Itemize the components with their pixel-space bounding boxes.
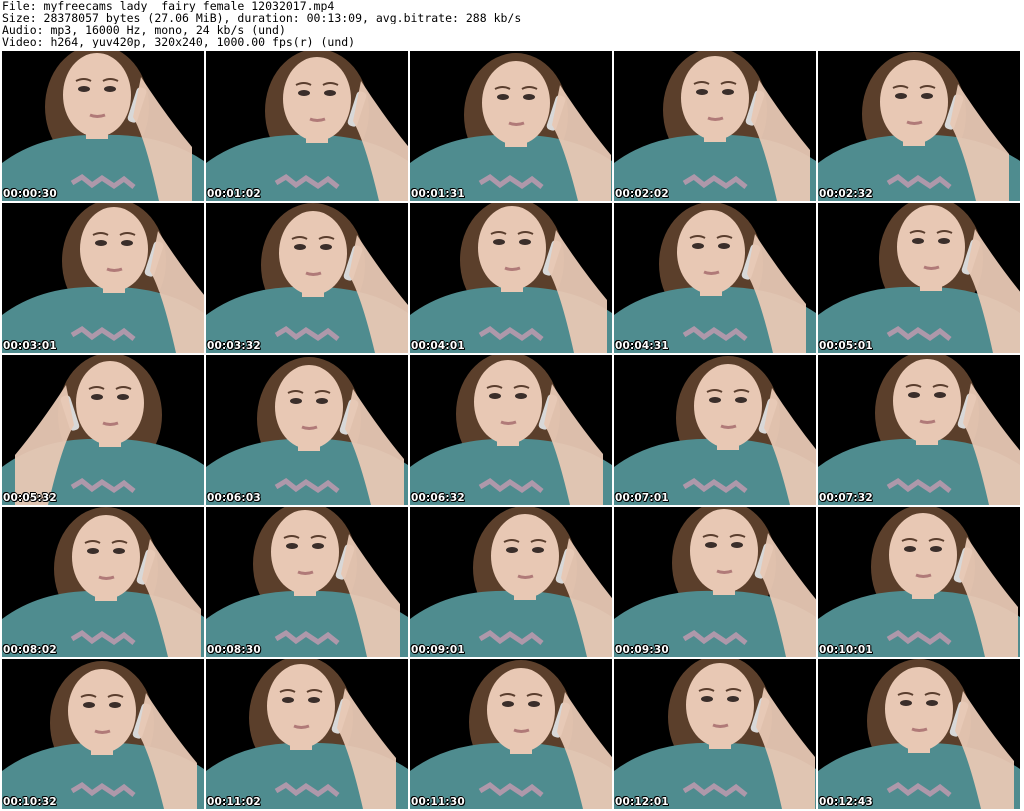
video-thumbnail[interactable]: 00:00:30 xyxy=(2,51,204,201)
webcam-frame-image xyxy=(2,51,204,201)
webcam-frame-image xyxy=(614,507,816,657)
thumbnail-timestamp: 00:11:02 xyxy=(207,796,261,808)
thumbnail-timestamp: 00:06:32 xyxy=(411,492,465,504)
thumbnail-timestamp: 00:06:03 xyxy=(207,492,261,504)
thumbnail-timestamp: 00:02:32 xyxy=(819,188,873,200)
webcam-frame-image xyxy=(410,51,612,201)
thumbnail-timestamp: 00:12:43 xyxy=(819,796,873,808)
video-thumbnail[interactable]: 00:01:02 xyxy=(206,51,408,201)
video-thumbnail[interactable]: 00:02:32 xyxy=(818,51,1020,201)
video-thumbnail[interactable]: 00:05:32 xyxy=(2,355,204,505)
webcam-frame-image xyxy=(2,355,204,505)
webcam-frame-image xyxy=(818,507,1020,657)
webcam-frame-image xyxy=(818,355,1020,505)
video-thumbnail[interactable]: 00:05:01 xyxy=(818,203,1020,353)
webcam-frame-image xyxy=(614,51,816,201)
video-thumbnail[interactable]: 00:04:31 xyxy=(614,203,816,353)
video-thumbnail[interactable]: 00:10:01 xyxy=(818,507,1020,657)
webcam-frame-image xyxy=(2,203,204,353)
thumbnail-timestamp: 00:10:32 xyxy=(3,796,57,808)
video-thumbnail[interactable]: 00:11:02 xyxy=(206,659,408,809)
webcam-frame-image xyxy=(410,203,612,353)
thumbnail-timestamp: 00:03:01 xyxy=(3,340,57,352)
thumbnail-timestamp: 00:00:30 xyxy=(3,188,57,200)
thumbnail-timestamp: 00:11:30 xyxy=(411,796,465,808)
video-thumbnail[interactable]: 00:08:02 xyxy=(2,507,204,657)
video-thumbnail[interactable]: 00:01:31 xyxy=(410,51,612,201)
file-name-line: File: myfreecams_lady__fairy_female_1203… xyxy=(2,0,335,12)
file-size-line: Size: 28378057 bytes (27.06 MiB), durati… xyxy=(2,12,522,24)
video-thumbnail[interactable]: 00:11:30 xyxy=(410,659,612,809)
webcam-frame-image xyxy=(818,659,1020,809)
thumbnail-timestamp: 00:05:01 xyxy=(819,340,873,352)
webcam-frame-image xyxy=(2,659,204,809)
video-thumbnail[interactable]: 00:12:01 xyxy=(614,659,816,809)
thumbnail-timestamp: 00:09:30 xyxy=(615,644,669,656)
webcam-frame-image xyxy=(206,507,408,657)
thumbnail-timestamp: 00:01:02 xyxy=(207,188,261,200)
webcam-frame-image xyxy=(818,203,1020,353)
audio-info-line: Audio: mp3, 16000 Hz, mono, 24 kb/s (und… xyxy=(2,24,286,36)
thumbnail-timestamp: 00:07:01 xyxy=(615,492,669,504)
webcam-frame-image xyxy=(410,659,612,809)
video-thumbnail[interactable]: 00:03:32 xyxy=(206,203,408,353)
thumbnail-timestamp: 00:08:30 xyxy=(207,644,261,656)
webcam-frame-image xyxy=(206,659,408,809)
thumbnail-timestamp: 00:04:31 xyxy=(615,340,669,352)
webcam-frame-image xyxy=(614,203,816,353)
webcam-frame-image xyxy=(614,355,816,505)
thumbnail-timestamp: 00:01:31 xyxy=(411,188,465,200)
webcam-frame-image xyxy=(614,659,816,809)
video-thumbnail[interactable]: 00:06:03 xyxy=(206,355,408,505)
webcam-frame-image xyxy=(410,355,612,505)
webcam-frame-image xyxy=(410,507,612,657)
thumbnail-timestamp: 00:08:02 xyxy=(3,644,57,656)
video-thumbnail[interactable]: 00:03:01 xyxy=(2,203,204,353)
video-thumbnail[interactable]: 00:12:43 xyxy=(818,659,1020,809)
webcam-frame-image xyxy=(206,355,408,505)
video-info-line: Video: h264, yuv420p, 320x240, 1000.00 f… xyxy=(2,36,356,48)
file-info-header: File: myfreecams_lady__fairy_female_1203… xyxy=(2,0,1022,48)
thumbnail-timestamp: 00:12:01 xyxy=(615,796,669,808)
video-thumbnail[interactable]: 00:04:01 xyxy=(410,203,612,353)
thumbnail-grid: 00:00:30 00:01:02 00:01:31 00:02:02 00:02:32… xyxy=(2,51,1024,811)
video-thumbnail[interactable]: 00:08:30 xyxy=(206,507,408,657)
thumbnail-timestamp: 00:07:32 xyxy=(819,492,873,504)
webcam-frame-image xyxy=(2,507,204,657)
video-thumbnail[interactable]: 00:06:32 xyxy=(410,355,612,505)
thumbnail-timestamp: 00:09:01 xyxy=(411,644,465,656)
thumbnail-timestamp: 00:02:02 xyxy=(615,188,669,200)
video-thumbnail[interactable]: 00:09:01 xyxy=(410,507,612,657)
video-thumbnail[interactable]: 00:07:01 xyxy=(614,355,816,505)
thumbnail-timestamp: 00:05:32 xyxy=(3,492,57,504)
video-thumbnail[interactable]: 00:10:32 xyxy=(2,659,204,809)
video-thumbnail[interactable]: 00:07:32 xyxy=(818,355,1020,505)
webcam-frame-image xyxy=(818,51,1020,201)
webcam-frame-image xyxy=(206,51,408,201)
thumbnail-timestamp: 00:04:01 xyxy=(411,340,465,352)
video-thumbnail[interactable]: 00:02:02 xyxy=(614,51,816,201)
thumbnail-timestamp: 00:03:32 xyxy=(207,340,261,352)
video-thumbnail[interactable]: 00:09:30 xyxy=(614,507,816,657)
thumbnail-timestamp: 00:10:01 xyxy=(819,644,873,656)
webcam-frame-image xyxy=(206,203,408,353)
